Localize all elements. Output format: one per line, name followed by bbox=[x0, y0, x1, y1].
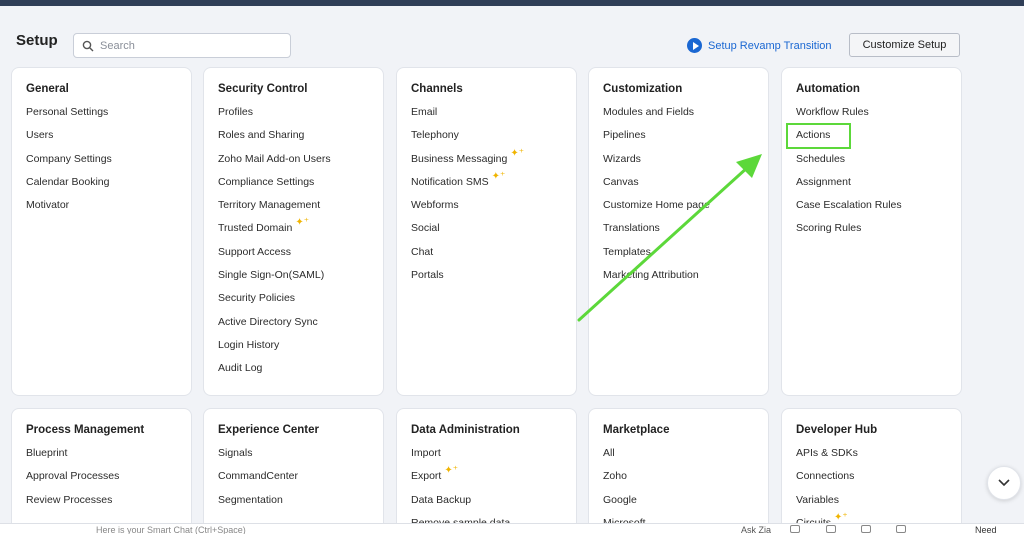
setup-link-approval-processes[interactable]: Approval Processes bbox=[26, 470, 177, 493]
setup-link-personal-settings[interactable]: Personal Settings bbox=[26, 106, 177, 129]
card-security-control: Security Control Profiles Roles and Shar… bbox=[203, 67, 384, 396]
scroll-down-button[interactable] bbox=[987, 466, 1021, 500]
page-title: Setup bbox=[16, 32, 58, 49]
setup-link-canvas[interactable]: Canvas bbox=[603, 176, 754, 199]
customize-setup-button[interactable]: Customize Setup bbox=[849, 33, 960, 57]
sparkle-icon: ✦⁺ bbox=[510, 147, 524, 159]
setup-link-data-backup[interactable]: Data Backup bbox=[411, 494, 562, 517]
setup-link-calendar-booking[interactable]: Calendar Booking bbox=[26, 176, 177, 199]
search-input[interactable] bbox=[100, 39, 280, 52]
setup-header: Setup Setup Revamp Transition Customize … bbox=[0, 6, 1024, 62]
setup-link-wizards[interactable]: Wizards bbox=[603, 153, 754, 176]
setup-link-templates[interactable]: Templates bbox=[603, 246, 754, 269]
card-experience-center: Experience Center Signals CommandCenter … bbox=[203, 408, 384, 534]
chat-icon[interactable] bbox=[790, 525, 800, 533]
setup-link-email[interactable]: Email bbox=[411, 106, 562, 129]
contacts-icon[interactable] bbox=[896, 525, 906, 533]
sparkle-icon: ✦⁺ bbox=[295, 217, 309, 229]
setup-link-review-processes[interactable]: Review Processes bbox=[26, 494, 177, 517]
card-title: Developer Hub bbox=[796, 424, 878, 436]
setup-link-social[interactable]: Social bbox=[411, 222, 562, 245]
setup-link-actions[interactable]: Actions bbox=[796, 129, 947, 152]
setup-link-sso[interactable]: Single Sign-On(SAML) bbox=[218, 269, 369, 292]
setup-link-signals[interactable]: Signals bbox=[218, 447, 369, 470]
setup-link-active-directory[interactable]: Active Directory Sync bbox=[218, 316, 369, 339]
setup-link-zoho-mail-addon[interactable]: Zoho Mail Add-on Users bbox=[218, 153, 369, 176]
setup-link-compliance[interactable]: Compliance Settings bbox=[218, 176, 369, 199]
setup-link-pipelines[interactable]: Pipelines bbox=[603, 129, 754, 152]
card-title: Security Control bbox=[218, 83, 308, 95]
setup-link-assignment[interactable]: Assignment bbox=[796, 176, 947, 199]
setup-link-case-escalation[interactable]: Case Escalation Rules bbox=[796, 199, 947, 222]
setup-link-variables[interactable]: Variables bbox=[796, 494, 947, 517]
card-general: General Personal Settings Users Company … bbox=[11, 67, 192, 396]
card-title: Data Administration bbox=[411, 424, 520, 436]
history-icon[interactable] bbox=[861, 525, 871, 533]
card-marketplace: Marketplace All Zoho Google Microsoft bbox=[588, 408, 769, 534]
search-box[interactable] bbox=[73, 33, 291, 58]
setup-link-trusted-domain[interactable]: Trusted Domain ✦⁺ bbox=[218, 217, 369, 245]
ask-zia-button[interactable]: Ask Zia bbox=[741, 525, 771, 534]
card-customization: Customization Modules and Fields Pipelin… bbox=[588, 67, 769, 396]
card-title: Automation bbox=[796, 83, 860, 95]
setup-link-apis-sdks[interactable]: APIs & SDKs bbox=[796, 447, 947, 470]
bottom-bar: Here is your Smart Chat (Ctrl+Space) Ask… bbox=[0, 523, 1024, 534]
card-title: Channels bbox=[411, 83, 463, 95]
setup-link-roles-sharing[interactable]: Roles and Sharing bbox=[218, 129, 369, 152]
setup-link-login-history[interactable]: Login History bbox=[218, 339, 369, 362]
setup-link-webforms[interactable]: Webforms bbox=[411, 199, 562, 222]
setup-link-motivator[interactable]: Motivator bbox=[26, 199, 177, 222]
setup-link-translations[interactable]: Translations bbox=[603, 222, 754, 245]
setup-link-notification-sms[interactable]: Notification SMS ✦⁺ bbox=[411, 171, 562, 199]
setup-link-export[interactable]: Export ✦⁺ bbox=[411, 465, 562, 493]
chevron-down-icon bbox=[998, 479, 1010, 487]
setup-link-chat[interactable]: Chat bbox=[411, 246, 562, 269]
setup-link-telephony[interactable]: Telephony bbox=[411, 129, 562, 152]
revamp-link-label: Setup Revamp Transition bbox=[708, 39, 832, 52]
zia-chat-input[interactable]: Here is your Smart Chat (Ctrl+Space) bbox=[96, 525, 246, 534]
setup-link-blueprint[interactable]: Blueprint bbox=[26, 447, 177, 470]
setup-link-marketing-attribution[interactable]: Marketing Attribution bbox=[603, 269, 754, 292]
setup-link-modules-fields[interactable]: Modules and Fields bbox=[603, 106, 754, 129]
setup-link-workflow-rules[interactable]: Workflow Rules bbox=[796, 106, 947, 129]
setup-link-import[interactable]: Import bbox=[411, 447, 562, 470]
setup-link-users[interactable]: Users bbox=[26, 129, 177, 152]
setup-link-google[interactable]: Google bbox=[603, 494, 754, 517]
setup-link-portals[interactable]: Portals bbox=[411, 269, 562, 292]
setup-link-all[interactable]: All bbox=[603, 447, 754, 470]
card-title: Customization bbox=[603, 83, 683, 95]
setup-link-schedules[interactable]: Schedules bbox=[796, 153, 947, 176]
sparkle-icon: ✦⁺ bbox=[491, 170, 506, 182]
play-icon bbox=[687, 38, 702, 53]
setup-link-profiles[interactable]: Profiles bbox=[218, 106, 369, 129]
card-title: General bbox=[26, 83, 69, 95]
need-support-link[interactable]: Need Support bbox=[975, 525, 1024, 534]
card-channels: Channels Email Telephony Business Messag… bbox=[396, 67, 577, 396]
setup-link-business-messaging[interactable]: Business Messaging ✦⁺ bbox=[411, 148, 562, 176]
sparkle-icon: ✦⁺ bbox=[444, 465, 459, 477]
card-title: Experience Center bbox=[218, 424, 319, 436]
card-automation: Automation Workflow Rules Actions Schedu… bbox=[781, 67, 962, 396]
card-developer-hub: Developer Hub APIs & SDKs Connections Va… bbox=[781, 408, 962, 534]
setup-revamp-link[interactable]: Setup Revamp Transition bbox=[687, 38, 832, 53]
search-icon bbox=[82, 40, 94, 51]
card-title: Marketplace bbox=[603, 424, 670, 436]
setup-link-zoho[interactable]: Zoho bbox=[603, 470, 754, 493]
setup-link-support-access[interactable]: Support Access bbox=[218, 246, 369, 269]
setup-link-segmentation[interactable]: Segmentation bbox=[218, 494, 369, 517]
message-icon[interactable] bbox=[826, 525, 836, 533]
card-data-administration: Data Administration Import Export ✦⁺ Data… bbox=[396, 408, 577, 534]
setup-link-connections[interactable]: Connections bbox=[796, 470, 947, 493]
setup-link-company-settings[interactable]: Company Settings bbox=[26, 153, 177, 176]
card-title: Process Management bbox=[26, 424, 145, 436]
setup-link-audit-log[interactable]: Audit Log bbox=[218, 362, 369, 385]
setup-link-scoring-rules[interactable]: Scoring Rules bbox=[796, 222, 947, 245]
setup-link-security-policies[interactable]: Security Policies bbox=[218, 292, 369, 315]
setup-link-territory[interactable]: Territory Management bbox=[218, 199, 369, 222]
setup-link-customize-home[interactable]: Customize Home page bbox=[603, 199, 754, 222]
card-process-management: Process Management Blueprint Approval Pr… bbox=[11, 408, 192, 534]
setup-link-commandcenter[interactable]: CommandCenter bbox=[218, 470, 369, 493]
